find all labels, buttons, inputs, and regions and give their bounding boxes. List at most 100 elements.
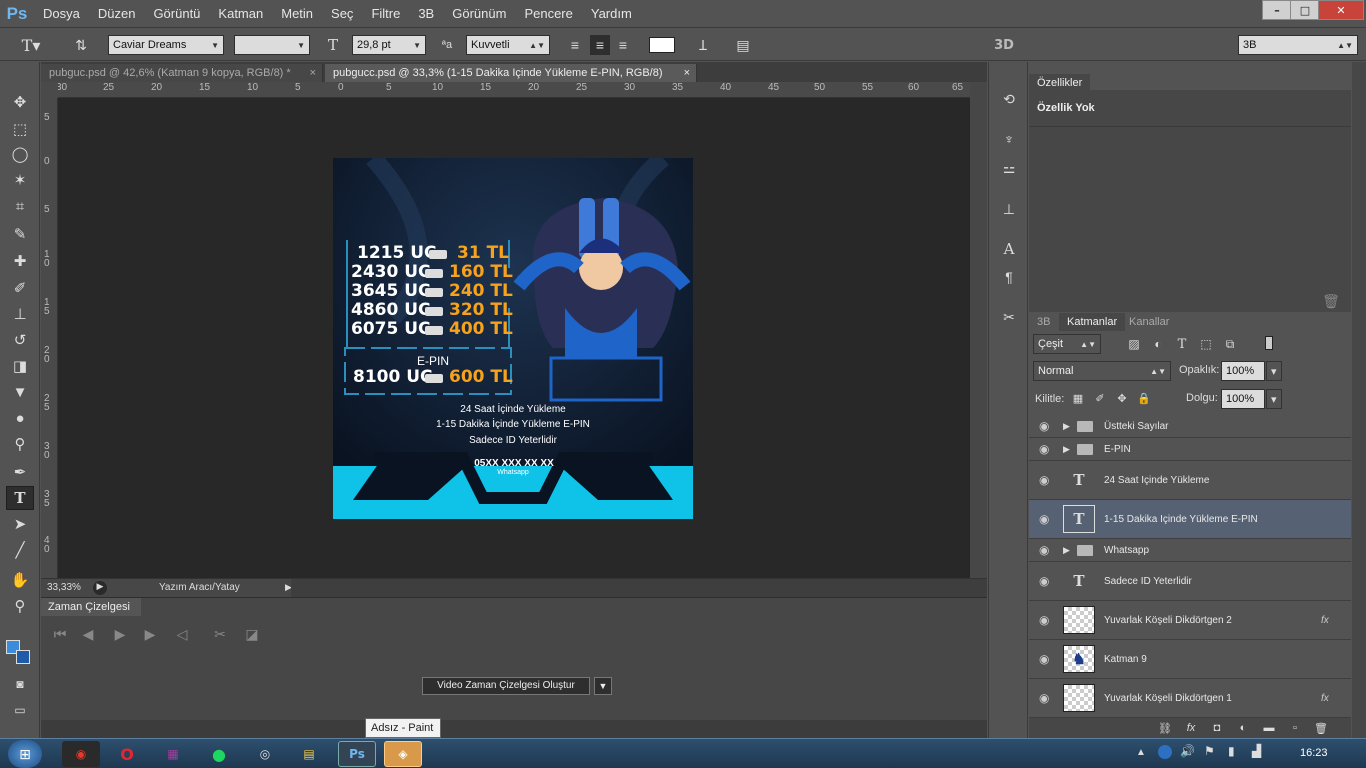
taskbar-app-icon[interactable]: ◉	[62, 741, 100, 767]
align-left-icon[interactable]: ≡	[566, 35, 584, 55]
lock-pixels-icon[interactable]: ✐	[1093, 391, 1107, 405]
new-layer-icon[interactable]: ▫	[1287, 720, 1303, 736]
background-color-swatch[interactable]	[16, 650, 30, 664]
play-icon[interactable]: ▶	[111, 626, 129, 642]
pen-tool-icon[interactable]: ✒	[6, 460, 34, 484]
toggle-orientation-icon[interactable]: ⇅	[68, 35, 94, 55]
eraser-tool-icon[interactable]: ◨	[6, 354, 34, 378]
expand-arrow-icon[interactable]: ▶	[1063, 444, 1070, 455]
ruler-origin[interactable]	[41, 82, 58, 98]
winrar-icon[interactable]: ▦	[154, 741, 192, 767]
photoshop-taskbar-icon[interactable]: Ps	[338, 741, 376, 767]
antialias-select[interactable]: Kuvvetli ▲▼	[466, 35, 550, 55]
trash-icon[interactable]: 🗑	[1322, 293, 1340, 309]
show-hidden-icons[interactable]: ▲	[1136, 747, 1146, 758]
warp-text-icon[interactable]: Ʇ	[692, 35, 714, 55]
filter-image-icon[interactable]: ▨	[1125, 336, 1143, 352]
trash-icon[interactable]: 🗑	[1313, 720, 1329, 736]
magic-wand-icon[interactable]: ✶	[6, 168, 34, 192]
create-timeline-button[interactable]: Video Zaman Çizelgesi Oluştur	[422, 677, 590, 695]
clone-stamp-icon[interactable]: ⊥	[6, 302, 34, 326]
signal-icon[interactable]: ▟	[1252, 744, 1261, 758]
menu-duzen[interactable]: Düzen	[89, 6, 145, 21]
path-selection-icon[interactable]: ➤	[6, 512, 34, 536]
menu-katman[interactable]: Katman	[209, 6, 272, 21]
expand-arrow-icon[interactable]: ▶	[1063, 545, 1070, 556]
layer-item[interactable]: ◉ T 1-15 Dakika Içinde Yükleme E-PIN	[1029, 500, 1351, 539]
fx-icon[interactable]: fx	[1183, 720, 1199, 736]
eye-icon[interactable]: ◉	[1039, 419, 1049, 433]
tab-pubgucc[interactable]: pubgucc.psd @ 33,3% (1-15 Dakika Içinde …	[325, 64, 697, 82]
eye-icon[interactable]: ◉	[1039, 574, 1049, 588]
healing-brush-icon[interactable]: ✚	[6, 249, 34, 273]
menu-goruntu[interactable]: Görüntü	[144, 6, 209, 21]
first-frame-icon[interactable]: ⏮	[51, 626, 69, 642]
layer-item[interactable]: ◉ ▶ Üstteki Sayılar	[1029, 415, 1351, 438]
character-icon[interactable]: A	[997, 238, 1021, 260]
filter-smart-object-icon[interactable]: ⧉	[1221, 336, 1239, 352]
filter-adjustment-icon[interactable]: ◐	[1149, 336, 1167, 352]
eye-icon[interactable]: ◉	[1039, 512, 1049, 526]
spotify-icon[interactable]: ●	[200, 741, 238, 767]
minimize-button[interactable]: –	[1262, 0, 1292, 20]
screen-mode-icon[interactable]: ▭	[6, 698, 34, 722]
menu-yardim[interactable]: Yardım	[582, 6, 641, 21]
timeline-tab[interactable]: Zaman Çizelgesi	[41, 598, 141, 616]
type-tool-icon[interactable]: T	[6, 486, 34, 510]
link-layers-icon[interactable]: ⛓	[1157, 720, 1173, 736]
close-icon[interactable]: ×	[310, 67, 316, 79]
lock-transparent-icon[interactable]: ▦	[1071, 391, 1085, 405]
filter-toggle[interactable]	[1265, 336, 1273, 350]
network-globe-icon[interactable]	[1158, 745, 1172, 759]
paint-taskbar-icon[interactable]: ◈	[384, 741, 422, 767]
panel-scrollbar[interactable]	[1352, 62, 1366, 738]
font-size-select[interactable]: 29,8 pt ▼	[352, 35, 426, 55]
paint-bucket-icon[interactable]: ▼	[6, 380, 34, 404]
layer-item[interactable]: ◉ T 24 Saat Içinde Yükleme	[1029, 461, 1351, 500]
chevron-down-icon[interactable]: ▼	[594, 677, 612, 695]
blur-tool-icon[interactable]: ●	[6, 406, 34, 430]
menu-sec[interactable]: Seç	[322, 6, 362, 21]
align-center-icon[interactable]: ≡	[590, 35, 610, 55]
chevron-down-icon[interactable]: ▾	[1266, 389, 1282, 409]
tool-presets-icon[interactable]: ✂	[997, 306, 1021, 328]
status-info-icon[interactable]: ▶	[93, 581, 107, 595]
tab-pubguc[interactable]: pubguc.psd @ 42,6% (Katman 9 kopya, RGB/…	[41, 64, 323, 82]
menu-dosya[interactable]: Dosya	[34, 6, 89, 21]
crop-tool-icon[interactable]: ⌗	[6, 194, 34, 218]
character-panel-icon[interactable]: ▤	[732, 35, 754, 55]
menu-gorunum[interactable]: Görünüm	[443, 6, 515, 21]
font-style-select[interactable]: ▼	[234, 35, 310, 55]
move-tool-icon[interactable]: ✥	[6, 90, 34, 114]
explorer-icon[interactable]: ▤	[290, 741, 328, 767]
opacity-input[interactable]: 100%	[1221, 361, 1265, 381]
eye-icon[interactable]: ◉	[1039, 442, 1049, 456]
align-right-icon[interactable]: ≡	[614, 35, 632, 55]
paragraph-icon[interactable]: ¶	[997, 266, 1021, 288]
hand-tool-icon[interactable]: ✋	[6, 568, 34, 592]
audio-icon[interactable]: ◁	[173, 626, 191, 642]
previous-frame-icon[interactable]: ◀	[79, 626, 97, 642]
zoom-level[interactable]: 33,33%	[47, 582, 81, 593]
layer-item[interactable]: ◉ ♞ Katman 9	[1029, 640, 1351, 679]
flag-icon[interactable]: ⚑	[1204, 744, 1215, 758]
eye-icon[interactable]: ◉	[1039, 543, 1049, 557]
font-family-select[interactable]: Caviar Dreams ▼	[108, 35, 224, 55]
lock-all-icon[interactable]: 🔒	[1137, 391, 1151, 405]
layer-item[interactable]: ◉ ▶ E-PIN	[1029, 438, 1351, 461]
workspace-3d-select[interactable]: 3B ▲▼	[1238, 35, 1358, 55]
zoom-tool-icon[interactable]: ⚲	[6, 594, 34, 618]
tab-3b[interactable]: 3B	[1029, 313, 1058, 331]
quick-mask-icon[interactable]: ◙	[6, 672, 34, 696]
battery-icon[interactable]: ▮	[1228, 744, 1235, 758]
expand-arrow-icon[interactable]: ▶	[1063, 421, 1070, 432]
clone-source-icon[interactable]: ⊥	[997, 198, 1021, 220]
adjustment-layer-icon[interactable]: ◐	[1235, 720, 1251, 736]
layer-item[interactable]: ◉ T Sadece ID Yeterlidir	[1029, 562, 1351, 601]
clock[interactable]: 16:23	[1300, 747, 1328, 759]
tab-layers[interactable]: Katmanlar	[1059, 313, 1126, 331]
layer-item[interactable]: ◉ Yuvarlak Köşeli Dikdörtgen 1 fx	[1029, 679, 1351, 718]
blend-mode-select[interactable]: Normal ▲▼	[1033, 361, 1171, 381]
brush-presets-icon[interactable]: ♆	[997, 128, 1021, 150]
history-brush-icon[interactable]: ↺	[6, 328, 34, 352]
